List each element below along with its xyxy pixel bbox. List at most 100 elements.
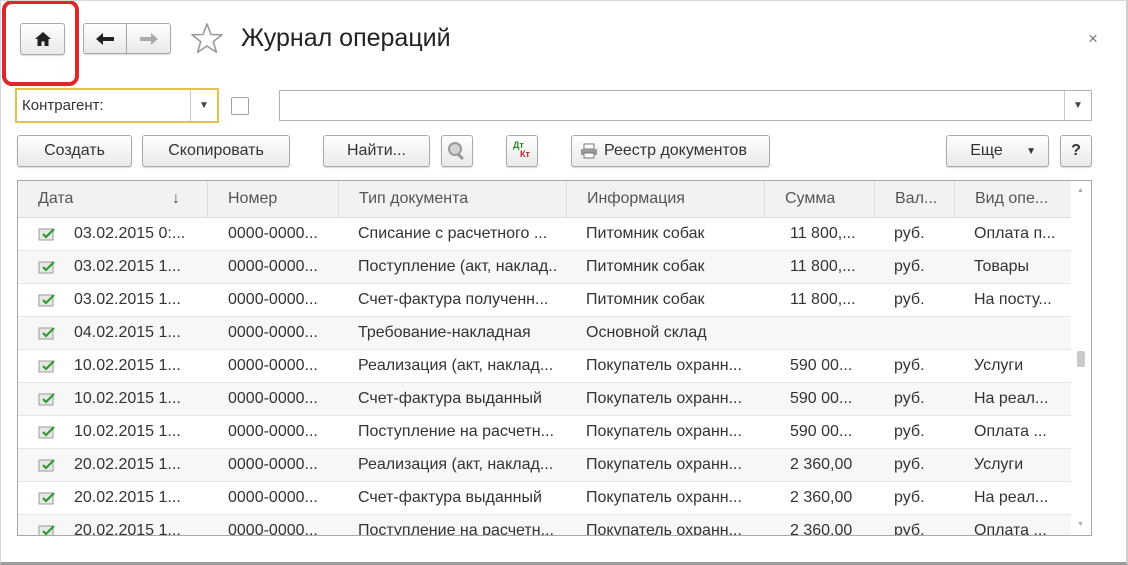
scroll-up-icon[interactable]: ▲ [1077,187,1084,194]
dt-kt-button[interactable]: Дт Кт [506,135,538,167]
close-button[interactable]: × [1088,29,1098,49]
cancel-search-button[interactable] [441,135,473,167]
column-header-currency[interactable]: Вал... [875,181,955,217]
scroll-down-icon[interactable]: ▼ [1077,521,1084,528]
column-header-label: Дата [38,190,74,207]
cell-date: 04.02.2015 1... [74,324,181,341]
cell-date: 20.02.2015 1... [74,489,181,506]
more-chevron-icon: ▼ [1026,145,1036,157]
cell-sum: 2 360,00 [790,456,853,473]
cell-number: 0000-0000... [228,456,318,473]
cell-info: Покупатель охранн... [586,522,742,536]
cell-operation-type [974,317,1069,349]
doc-registry-button[interactable]: Реестр документов [571,135,770,167]
posted-document-icon [38,294,55,307]
cell-currency: руб. [894,456,925,473]
cancel-search-icon [448,142,464,161]
counterparty-filter-select[interactable]: Контрагент: ▼ [15,88,219,123]
operations-table[interactable]: Дата ↓ Номер Тип документа Информация Су… [17,180,1092,536]
sort-desc-icon: ↓ [172,190,180,207]
cell-info: Основной склад [586,324,707,341]
table-scrollbar[interactable]: ▲ ▼ [1071,181,1091,535]
cell-number: 0000-0000... [228,357,318,374]
chevron-down-icon[interactable]: ▼ [190,90,217,121]
counterparty-filter-label: Контрагент: [22,97,104,114]
cell-number: 0000-0000... [228,258,318,275]
cell-currency: руб. [894,291,925,308]
cell-doc-type: Поступление (акт, наклад... [358,258,558,275]
column-header-operation-type[interactable]: Вид опе... [955,181,1071,217]
cell-date: 10.02.2015 1... [74,390,181,407]
create-button[interactable]: Создать [17,135,132,167]
cell-info: Покупатель охранн... [586,357,742,374]
cell-operation-type: Оплата п... [974,225,1056,242]
column-header-label: Информация [587,190,685,207]
counterparty-value-field[interactable]: ▼ [279,90,1092,121]
cell-currency: руб. [894,423,925,440]
cell-date: 10.02.2015 1... [74,423,181,440]
cell-info: Покупатель охранн... [586,390,742,407]
cell-number: 0000-0000... [228,522,318,536]
help-button[interactable]: ? [1060,135,1092,167]
filter-checkbox[interactable] [231,97,249,115]
forward-button[interactable] [126,23,171,54]
table-row[interactable]: 20.02.2015 1... 0000-0000... Поступление н… [18,515,1071,536]
table-row[interactable]: 03.02.2015 1... 0000-0000... Счет-фактура … [18,284,1071,317]
posted-document-icon [38,261,55,274]
posted-document-icon [38,525,55,535]
scrollbar-thumb[interactable] [1077,351,1085,367]
cell-operation-type: Услуги [974,456,1024,473]
column-header-sum[interactable]: Сумма [765,181,875,217]
back-button[interactable] [83,23,127,54]
cell-doc-type: Реализация (акт, наклад... [358,456,554,473]
cell-currency [894,317,954,349]
posted-document-icon [38,393,55,406]
copy-button[interactable]: Скопировать [142,135,290,167]
arrow-left-icon [96,32,114,45]
cell-doc-type: Счет-фактура выданный [358,489,542,506]
column-header-number[interactable]: Номер [208,181,339,217]
column-header-label: Номер [228,190,278,207]
cell-date: 10.02.2015 1... [74,357,181,374]
posted-document-icon [38,459,55,472]
home-icon [34,32,51,46]
cell-sum: 11 800,... [790,258,856,275]
column-header-date[interactable]: Дата ↓ [18,181,208,217]
cell-info: Питомник собак [586,258,705,275]
column-header-info[interactable]: Информация [567,181,765,217]
cell-number: 0000-0000... [228,390,318,407]
cell-sum: 590 00... [790,423,853,440]
cell-sum: 11 800,... [790,225,856,242]
find-button[interactable]: Найти... [323,135,430,167]
cell-operation-type: На реал... [974,489,1049,506]
cell-operation-type: Товары [974,258,1030,275]
table-row[interactable]: 03.02.2015 0:... 0000-0000... Списание с р… [18,218,1071,251]
cell-info: Питомник собак [586,291,705,308]
page-title: Журнал операций [241,24,451,52]
kt-label: Кт [520,149,530,159]
column-header-label: Вал... [895,190,938,207]
table-row[interactable]: 03.02.2015 1... 0000-0000... Поступление (… [18,251,1071,284]
cell-sum: 11 800,... [790,291,856,308]
cell-operation-type: Услуги [974,357,1024,374]
more-button[interactable]: Еще ▼ [946,135,1049,167]
cell-info: Покупатель охранн... [586,423,742,440]
home-button[interactable] [20,23,65,55]
cell-doc-type: Счет-фактура полученн... [358,291,549,308]
cell-info: Покупатель охранн... [586,489,742,506]
table-row[interactable]: 10.02.2015 1... 0000-0000... Счет-фактура … [18,383,1071,416]
doc-registry-label: Реестр документов [604,142,747,159]
cell-sum: 2 360,00 [790,489,853,506]
table-row[interactable]: 20.02.2015 1... 0000-0000... Реализация (а… [18,449,1071,482]
cell-sum [790,317,870,349]
cell-sum: 2 360,00 [790,522,853,536]
column-header-doc-type[interactable]: Тип документа [339,181,567,217]
table-row[interactable]: 20.02.2015 1... 0000-0000... Счет-фактура … [18,482,1071,515]
copy-label: Скопировать [168,142,264,159]
table-row[interactable]: 04.02.2015 1... 0000-0000... Требование-на… [18,317,1071,350]
table-row[interactable]: 10.02.2015 1... 0000-0000... Поступление н… [18,416,1071,449]
favorite-button[interactable] [190,22,226,56]
value-dropdown-icon[interactable]: ▼ [1064,91,1091,120]
table-row[interactable]: 10.02.2015 1... 0000-0000... Реализация (а… [18,350,1071,383]
cell-doc-type: Списание с расчетного ... [358,225,548,242]
